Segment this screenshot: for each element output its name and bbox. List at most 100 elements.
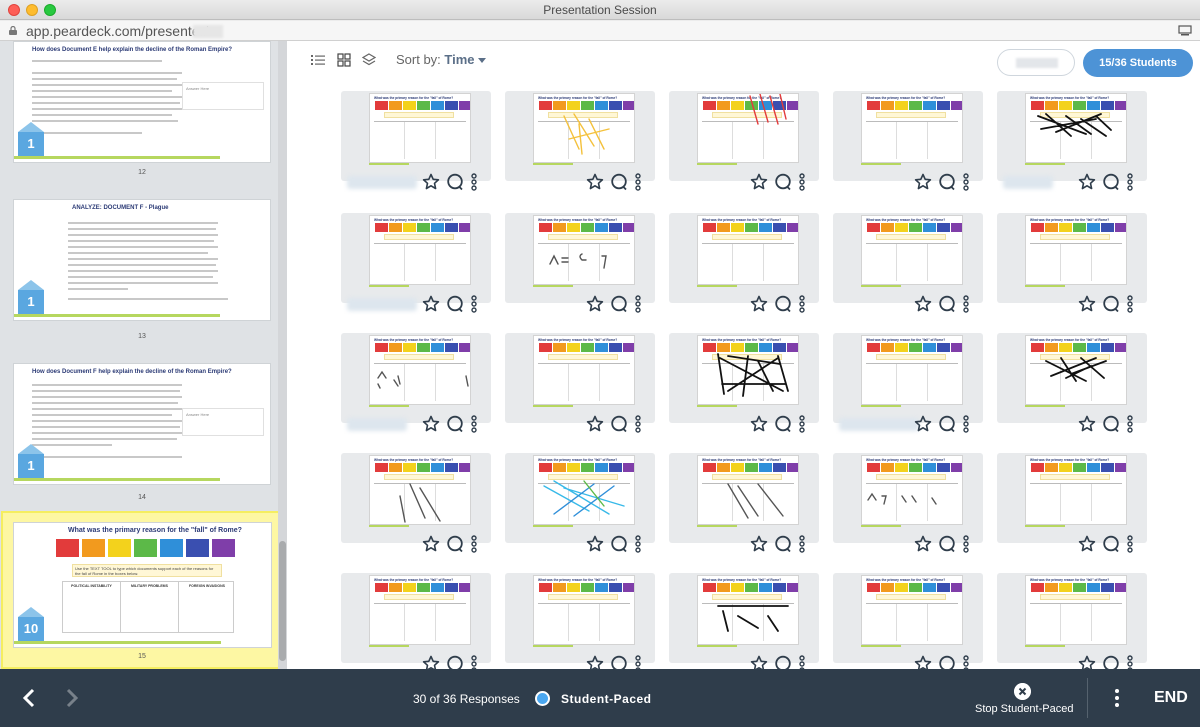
- more-options-icon[interactable]: [1113, 687, 1121, 709]
- student-response-card[interactable]: What was the primary reason for the "fal…: [833, 453, 983, 543]
- student-response-card[interactable]: What was the primary reason for the "fal…: [669, 573, 819, 663]
- comment-icon[interactable]: [446, 535, 464, 553]
- student-response-card[interactable]: What was the primary reason for the "fal…: [997, 91, 1147, 181]
- more-options-icon[interactable]: [634, 535, 642, 553]
- more-options-icon[interactable]: [798, 415, 806, 433]
- next-slide-icon[interactable]: [63, 688, 81, 708]
- star-icon[interactable]: [422, 173, 440, 191]
- star-icon[interactable]: [422, 295, 440, 313]
- star-icon[interactable]: [1078, 415, 1096, 433]
- student-name-filter[interactable]: [997, 49, 1075, 76]
- comment-icon[interactable]: [938, 173, 956, 191]
- slide-thumbnail-15-selected[interactable]: What was the primary reason for the "fal…: [1, 511, 285, 669]
- student-response-card[interactable]: What was the primary reason for the "fal…: [341, 213, 491, 303]
- star-icon[interactable]: [1078, 295, 1096, 313]
- response-thumbnail[interactable]: What was the primary reason for the "fal…: [861, 215, 963, 285]
- sort-by-control[interactable]: Sort by: Time: [396, 52, 486, 67]
- students-button[interactable]: 15/36 Students: [1083, 49, 1193, 77]
- comment-icon[interactable]: [938, 535, 956, 553]
- student-response-card[interactable]: What was the primary reason for the "fal…: [505, 333, 655, 423]
- response-thumbnail[interactable]: What was the primary reason for the "fal…: [1025, 335, 1127, 405]
- response-thumbnail[interactable]: What was the primary reason for the "fal…: [697, 93, 799, 163]
- more-options-icon[interactable]: [1126, 535, 1134, 553]
- more-options-icon[interactable]: [962, 415, 970, 433]
- response-thumbnail[interactable]: What was the primary reason for the "fal…: [1025, 93, 1127, 163]
- student-response-card[interactable]: What was the primary reason for the "fal…: [833, 91, 983, 181]
- previous-slide-icon[interactable]: [20, 688, 38, 708]
- response-thumbnail[interactable]: What was the primary reason for the "fal…: [369, 215, 471, 285]
- comment-icon[interactable]: [774, 295, 792, 313]
- more-options-icon[interactable]: [962, 295, 970, 313]
- more-options-icon[interactable]: [634, 415, 642, 433]
- layers-icon[interactable]: [362, 53, 376, 67]
- response-thumbnail[interactable]: What was the primary reason for the "fal…: [533, 215, 635, 285]
- student-response-card[interactable]: What was the primary reason for the "fal…: [505, 91, 655, 181]
- response-thumbnail[interactable]: What was the primary reason for the "fal…: [369, 455, 471, 525]
- response-thumbnail[interactable]: What was the primary reason for the "fal…: [697, 215, 799, 285]
- more-options-icon[interactable]: [470, 173, 478, 191]
- more-options-icon[interactable]: [1126, 295, 1134, 313]
- student-response-card[interactable]: What was the primary reason for the "fal…: [505, 213, 655, 303]
- cast-icon[interactable]: [1178, 25, 1192, 36]
- more-options-icon[interactable]: [798, 535, 806, 553]
- star-icon[interactable]: [750, 295, 768, 313]
- star-icon[interactable]: [914, 415, 932, 433]
- response-thumbnail[interactable]: What was the primary reason for the "fal…: [533, 335, 635, 405]
- comment-icon[interactable]: [774, 415, 792, 433]
- star-icon[interactable]: [914, 295, 932, 313]
- comment-icon[interactable]: [446, 295, 464, 313]
- end-session-button[interactable]: END: [1154, 689, 1188, 707]
- comment-icon[interactable]: [1102, 415, 1120, 433]
- star-icon[interactable]: [750, 415, 768, 433]
- response-thumbnail[interactable]: What was the primary reason for the "fal…: [697, 575, 799, 645]
- more-options-icon[interactable]: [470, 415, 478, 433]
- stop-student-paced-button[interactable]: Stop Student-Paced: [975, 703, 1073, 715]
- student-response-card[interactable]: What was the primary reason for the "fal…: [997, 573, 1147, 663]
- comment-icon[interactable]: [610, 295, 628, 313]
- slides-scrollbar-thumb[interactable]: [279, 541, 286, 661]
- star-icon[interactable]: [422, 415, 440, 433]
- student-response-card[interactable]: What was the primary reason for the "fal…: [997, 453, 1147, 543]
- response-thumbnail[interactable]: What was the primary reason for the "fal…: [861, 93, 963, 163]
- more-options-icon[interactable]: [798, 295, 806, 313]
- comment-icon[interactable]: [774, 535, 792, 553]
- more-options-icon[interactable]: [634, 173, 642, 191]
- response-thumbnail[interactable]: What was the primary reason for the "fal…: [697, 455, 799, 525]
- slide-thumbnail-13[interactable]: ANALYZE: DOCUMENT F - Plague 1: [13, 199, 271, 321]
- comment-icon[interactable]: [446, 415, 464, 433]
- star-icon[interactable]: [1078, 173, 1096, 191]
- student-response-card[interactable]: What was the primary reason for the "fal…: [997, 213, 1147, 303]
- slides-scrollbar[interactable]: [278, 41, 287, 669]
- more-options-icon[interactable]: [1126, 415, 1134, 433]
- more-options-icon[interactable]: [470, 535, 478, 553]
- student-response-card[interactable]: What was the primary reason for the "fal…: [669, 453, 819, 543]
- response-thumbnail[interactable]: What was the primary reason for the "fal…: [861, 455, 963, 525]
- star-icon[interactable]: [422, 535, 440, 553]
- response-thumbnail[interactable]: What was the primary reason for the "fal…: [369, 93, 471, 163]
- comment-icon[interactable]: [1102, 295, 1120, 313]
- comment-icon[interactable]: [938, 295, 956, 313]
- response-thumbnail[interactable]: What was the primary reason for the "fal…: [1025, 455, 1127, 525]
- more-options-icon[interactable]: [962, 535, 970, 553]
- star-icon[interactable]: [586, 295, 604, 313]
- student-response-card[interactable]: What was the primary reason for the "fal…: [341, 453, 491, 543]
- more-options-icon[interactable]: [470, 295, 478, 313]
- star-icon[interactable]: [1078, 535, 1096, 553]
- more-options-icon[interactable]: [798, 173, 806, 191]
- response-thumbnail[interactable]: What was the primary reason for the "fal…: [861, 575, 963, 645]
- student-response-card[interactable]: What was the primary reason for the "fal…: [669, 91, 819, 181]
- comment-icon[interactable]: [1102, 173, 1120, 191]
- student-response-card[interactable]: What was the primary reason for the "fal…: [505, 573, 655, 663]
- student-response-card[interactable]: What was the primary reason for the "fal…: [341, 573, 491, 663]
- student-response-card[interactable]: What was the primary reason for the "fal…: [997, 333, 1147, 423]
- comment-icon[interactable]: [610, 415, 628, 433]
- star-icon[interactable]: [914, 535, 932, 553]
- slide-thumbnail-12[interactable]: How does Document E help explain the dec…: [13, 41, 271, 163]
- student-response-card[interactable]: What was the primary reason for the "fal…: [833, 333, 983, 423]
- more-options-icon[interactable]: [962, 173, 970, 191]
- student-response-card[interactable]: What was the primary reason for the "fal…: [341, 333, 491, 423]
- url-text[interactable]: app.peardeck.com/presenter/: [26, 23, 208, 39]
- student-response-card[interactable]: What was the primary reason for the "fal…: [669, 213, 819, 303]
- response-thumbnail[interactable]: What was the primary reason for the "fal…: [533, 455, 635, 525]
- response-thumbnail[interactable]: What was the primary reason for the "fal…: [533, 575, 635, 645]
